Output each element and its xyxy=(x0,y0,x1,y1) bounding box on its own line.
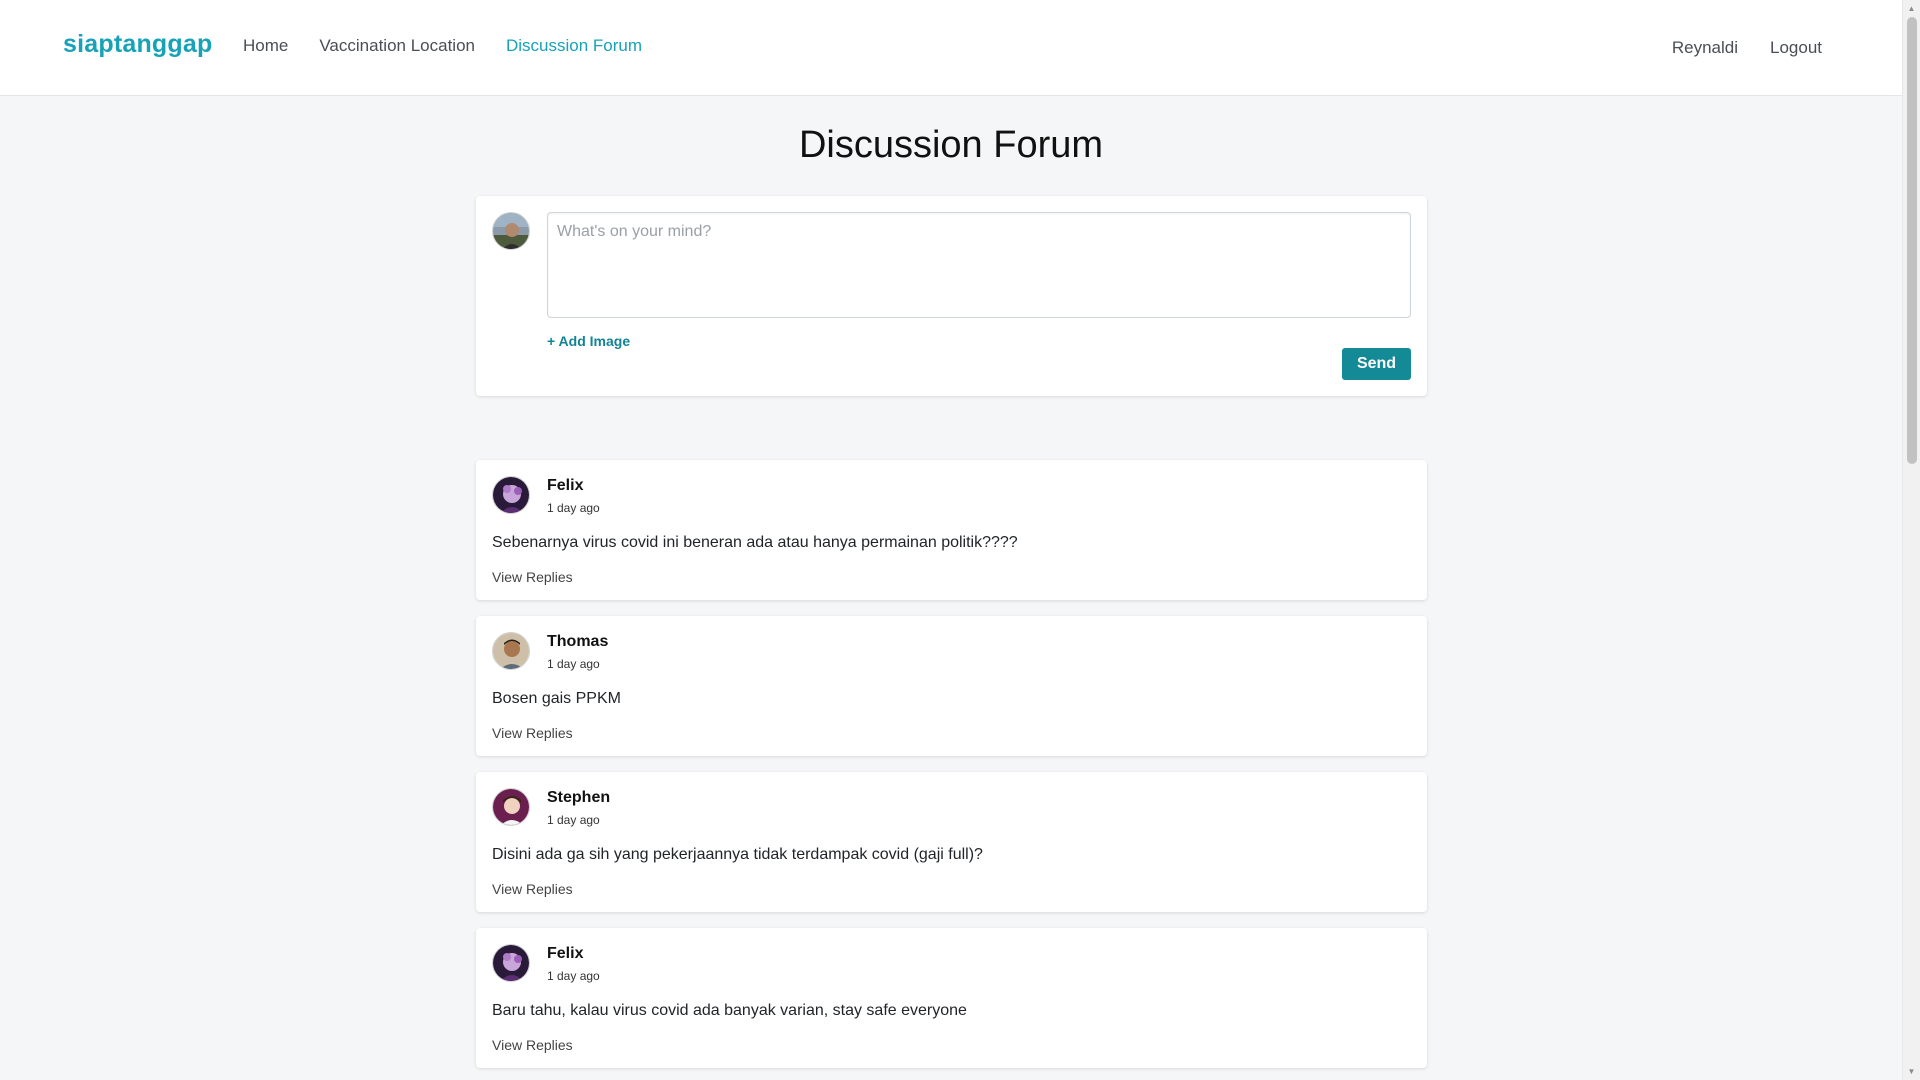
avatar xyxy=(492,212,530,250)
scroll-up-icon[interactable]: ▲ xyxy=(1903,0,1920,17)
avatar xyxy=(492,788,530,826)
view-replies-link[interactable]: View Replies xyxy=(492,725,573,741)
user-avatar-icon xyxy=(493,213,529,249)
post-body: Disini ada ga sih yang pekerjaannya tida… xyxy=(492,846,983,863)
avatar xyxy=(492,944,530,982)
brand-logo[interactable]: siaptanggap xyxy=(63,30,212,59)
nav-user-area: Reynaldi Logout xyxy=(1640,38,1822,58)
user-avatar-icon xyxy=(493,477,529,513)
nav-link-vaccination-location[interactable]: Vaccination Location xyxy=(319,36,475,56)
page-title: Discussion Forum xyxy=(798,124,1104,166)
post-author[interactable]: Felix xyxy=(547,477,583,495)
user-avatar-icon xyxy=(493,789,529,825)
view-replies-link[interactable]: View Replies xyxy=(492,1037,573,1053)
nav-link-discussion-forum[interactable]: Discussion Forum xyxy=(506,36,642,56)
view-replies-link[interactable]: View Replies xyxy=(492,881,573,897)
post-card: Felix 1 day ago Sebenarnya virus covid i… xyxy=(476,460,1427,600)
page-scrollbar[interactable]: ▲ ▼ xyxy=(1902,0,1920,1080)
navbar: siaptanggap Home Vaccination Location Di… xyxy=(0,0,1902,96)
post-author[interactable]: Stephen xyxy=(547,789,610,807)
post-timestamp: 1 day ago xyxy=(547,969,600,983)
post-author[interactable]: Felix xyxy=(547,945,583,963)
view-replies-link[interactable]: View Replies xyxy=(492,569,573,585)
nav-links: Home Vaccination Location Discussion For… xyxy=(243,36,673,56)
scroll-thumb[interactable] xyxy=(1907,17,1917,464)
post-body: Baru tahu, kalau virus covid ada banyak … xyxy=(492,1002,967,1019)
post-card: Stephen 1 day ago Disini ada ga sih yang… xyxy=(476,772,1427,912)
scroll-down-icon[interactable]: ▼ xyxy=(1903,1063,1920,1080)
post-timestamp: 1 day ago xyxy=(547,501,600,515)
send-button[interactable]: Send xyxy=(1342,348,1411,380)
post-composer: + Add Image Send xyxy=(476,196,1427,396)
post-body: Sebenarnya virus covid ini beneran ada a… xyxy=(492,534,1018,551)
nav-user-name[interactable]: Reynaldi xyxy=(1672,38,1738,58)
user-avatar-icon xyxy=(493,633,529,669)
post-body: Bosen gais PPKM xyxy=(492,690,621,707)
post-timestamp: 1 day ago xyxy=(547,813,600,827)
post-input[interactable] xyxy=(547,212,1411,318)
add-image-link[interactable]: + Add Image xyxy=(547,333,630,349)
avatar xyxy=(492,476,530,514)
nav-link-home[interactable]: Home xyxy=(243,36,288,56)
logout-link[interactable]: Logout xyxy=(1770,38,1822,58)
user-avatar-icon xyxy=(493,945,529,981)
post-card: Felix 1 day ago Baru tahu, kalau virus c… xyxy=(476,928,1427,1068)
post-card: Thomas 1 day ago Bosen gais PPKM View Re… xyxy=(476,616,1427,756)
post-timestamp: 1 day ago xyxy=(547,657,600,671)
avatar xyxy=(492,632,530,670)
post-author[interactable]: Thomas xyxy=(547,633,608,651)
